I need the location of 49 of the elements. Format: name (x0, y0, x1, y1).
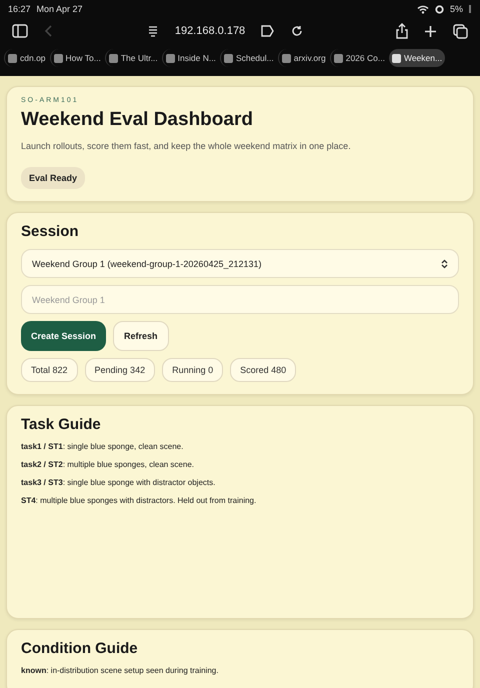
status-time: 16:27 (8, 4, 31, 14)
section-heading: Condition Guide (21, 640, 139, 657)
wifi-icon (416, 4, 429, 14)
refresh-button[interactable]: Refresh (113, 321, 169, 351)
browser-tab[interactable]: Weeken... (388, 49, 446, 67)
browser-tab[interactable]: How To... (50, 49, 104, 67)
status-badge: Eval Ready (21, 167, 86, 189)
browser-tab[interactable]: arxiv.org (278, 49, 329, 67)
battery-percent: 5% (450, 4, 463, 14)
browser-tab[interactable]: Inside N... (162, 49, 219, 67)
favicon-icon (392, 54, 401, 62)
browser-tab[interactable]: The Ultr... (104, 49, 161, 67)
stat-chip: Scored 480 (230, 358, 296, 382)
reader-icon[interactable] (146, 24, 159, 38)
reload-icon[interactable] (291, 25, 304, 37)
favicon-icon (282, 54, 291, 62)
browser-tab[interactable]: 2026 Co... (330, 49, 388, 67)
stat-chip: Total 822 (21, 358, 78, 382)
guide-text: task3 / ST3: single blue sponge with distractor objects. (21, 478, 216, 487)
section-heading: Task Guide (21, 416, 102, 433)
favicon-icon (8, 54, 17, 62)
favicon-icon (54, 54, 63, 62)
browser-tab[interactable]: cdn.op (4, 49, 49, 67)
page-title: Weekend Eval Dashboard (21, 109, 254, 131)
plus-icon[interactable] (424, 24, 438, 38)
stat-chip: Pending 342 (84, 358, 156, 382)
favicon-icon (108, 54, 118, 62)
extension-icon[interactable] (261, 25, 276, 37)
session-name-field[interactable]: Weekend Group 1 (21, 285, 459, 314)
stat-chip: Running 0 (162, 358, 224, 382)
guide-text: task2 / ST2: multiple blue sponges, clean scene. (21, 460, 196, 469)
session-select[interactable]: Weekend Group 1 (weekend-group-1-20260425_212131) (21, 249, 459, 278)
subtitle: Launch rollouts, score them fast, and keep the whole weekend matrix in one place. (21, 141, 352, 151)
tabs-icon[interactable] (453, 24, 468, 38)
share-icon[interactable] (396, 23, 408, 39)
favicon-icon (224, 54, 233, 62)
guide-text: task1 / ST1: single blue sponge, clean scene. (21, 442, 184, 451)
chevron-icon (441, 258, 448, 268)
guide-text: known: in-distribution scene setup seen during training. (21, 666, 220, 675)
browser-tab[interactable]: Schedul... (220, 49, 277, 67)
create-button[interactable]: Create Session (21, 321, 106, 351)
status-date: Mon Apr 27 (36, 4, 83, 14)
section-heading: Session (21, 223, 80, 240)
favicon-icon (334, 54, 343, 62)
address-bar[interactable]: 192.168.0.178 (174, 25, 246, 37)
sidebar-icon[interactable] (12, 24, 28, 38)
battery-icon (469, 5, 472, 13)
favicon-icon (166, 54, 175, 62)
guide-text: ST4: multiple blue sponges with distractors. Held out from training. (21, 496, 258, 505)
